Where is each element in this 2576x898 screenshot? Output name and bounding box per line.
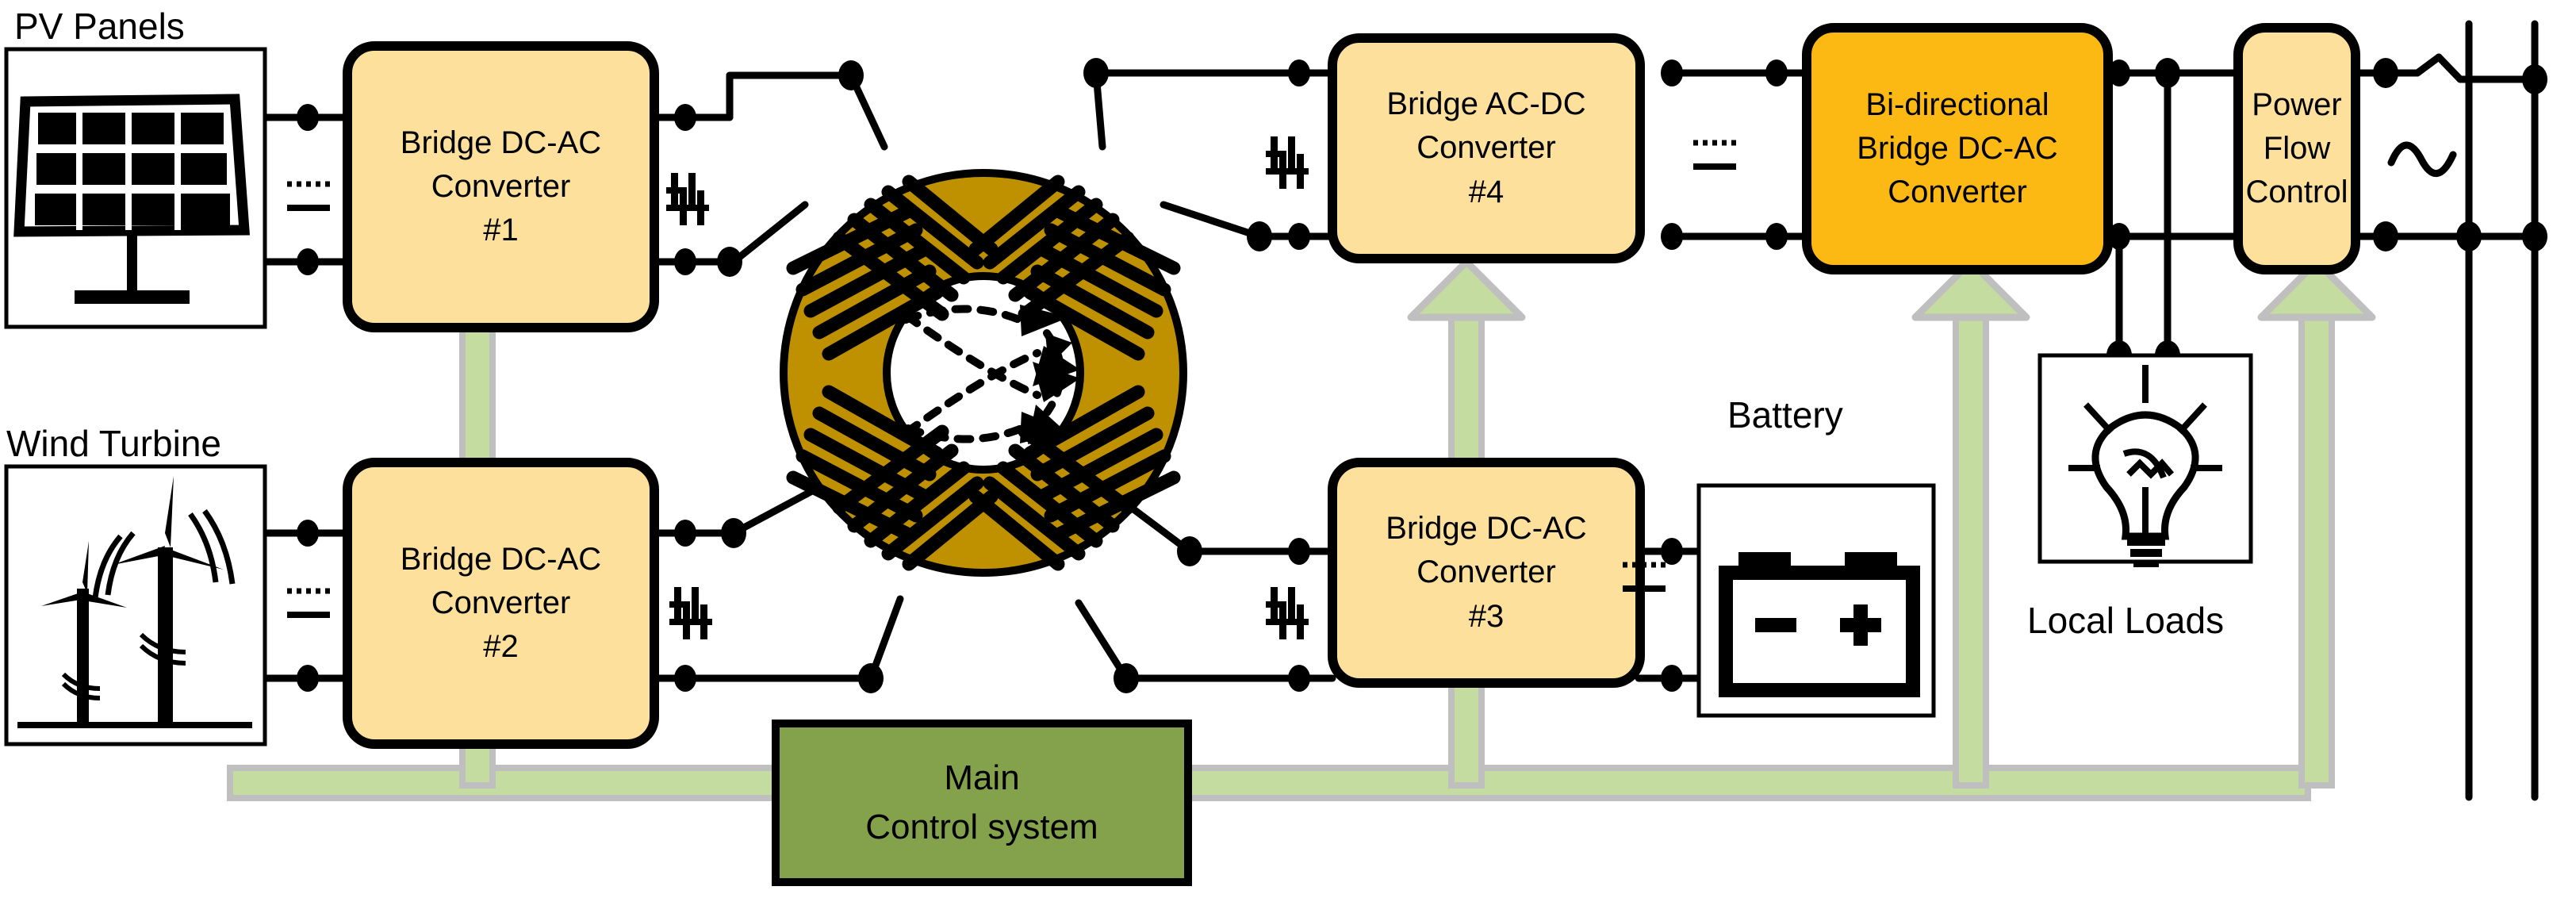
block-power-flow-control[interactable]: Power Flow Control: [2238, 28, 2356, 270]
conv4-line1: Bridge AC-DC: [1386, 86, 1586, 122]
battery-label: Battery: [1727, 394, 1843, 436]
block-conv3[interactable]: Bridge DC-AC Converter #3: [1332, 462, 1640, 683]
ac3-symbol-conv2: [669, 587, 712, 639]
block-main-control-system[interactable]: Main Control system: [776, 723, 1188, 882]
bidir-line1: Bi-directional: [1865, 86, 2049, 122]
dc-symbol-wind: [287, 591, 330, 615]
conv2-line1: Bridge DC-AC: [400, 541, 602, 577]
conv2-line2: Converter: [431, 585, 571, 620]
local-loads-frame: [2037, 353, 2253, 567]
conv4-line2: Converter: [1416, 130, 1556, 166]
ac-source-icon: [2387, 141, 2457, 178]
local-loads-label: Local Loads: [2027, 600, 2225, 641]
conv3-line2: Converter: [1416, 555, 1556, 590]
block-conv4[interactable]: Bridge AC-DC Converter #4: [1332, 38, 1640, 259]
block-conv2[interactable]: Bridge DC-AC Converter #2: [347, 462, 654, 744]
bidir-line2: Bridge DC-AC: [1857, 130, 2058, 166]
conv3-line3: #3: [1468, 598, 1505, 634]
conv1-line2: Converter: [431, 168, 571, 204]
pfc-line1: Power: [2252, 86, 2342, 122]
conv3-line1: Bridge DC-AC: [1386, 511, 1587, 547]
control-line2: Control system: [865, 808, 1098, 846]
ac3-symbol-conv4: [1266, 136, 1309, 189]
diagram-canvas: PV Panels Wind Turbine Battery Local Loa…: [0, 0, 2576, 898]
battery-icon: [1719, 552, 1920, 697]
pv-panels-label: PV Panels: [14, 6, 185, 47]
conv1-line3: #1: [483, 213, 519, 248]
ac3-symbol-conv3: [1266, 587, 1309, 639]
bidir-line3: Converter: [1888, 175, 2027, 210]
block-bidirectional-converter[interactable]: Bi-directional Bridge DC-AC Converter: [1807, 28, 2108, 270]
conv2-line3: #2: [483, 629, 519, 665]
conv1-line1: Bridge DC-AC: [400, 125, 602, 160]
dc-symbol-pv: [287, 184, 330, 208]
wind-turbine-label: Wind Turbine: [6, 423, 222, 464]
ac3-symbol-conv1: [666, 173, 709, 225]
wind-turbine-frame: [4, 464, 267, 746]
pfc-line2: Flow: [2263, 130, 2331, 166]
dc-symbol-bidir: [1693, 143, 1736, 167]
conv4-line3: #4: [1468, 174, 1505, 209]
pfc-line3: Control: [2245, 175, 2348, 210]
block-conv1[interactable]: Bridge DC-AC Converter #1: [347, 46, 654, 328]
pv-panel-frame: [4, 47, 267, 329]
control-line1: Main: [944, 758, 1020, 797]
battery-frame: [1696, 483, 1936, 718]
control-arrow-pfc: [2257, 258, 2376, 789]
